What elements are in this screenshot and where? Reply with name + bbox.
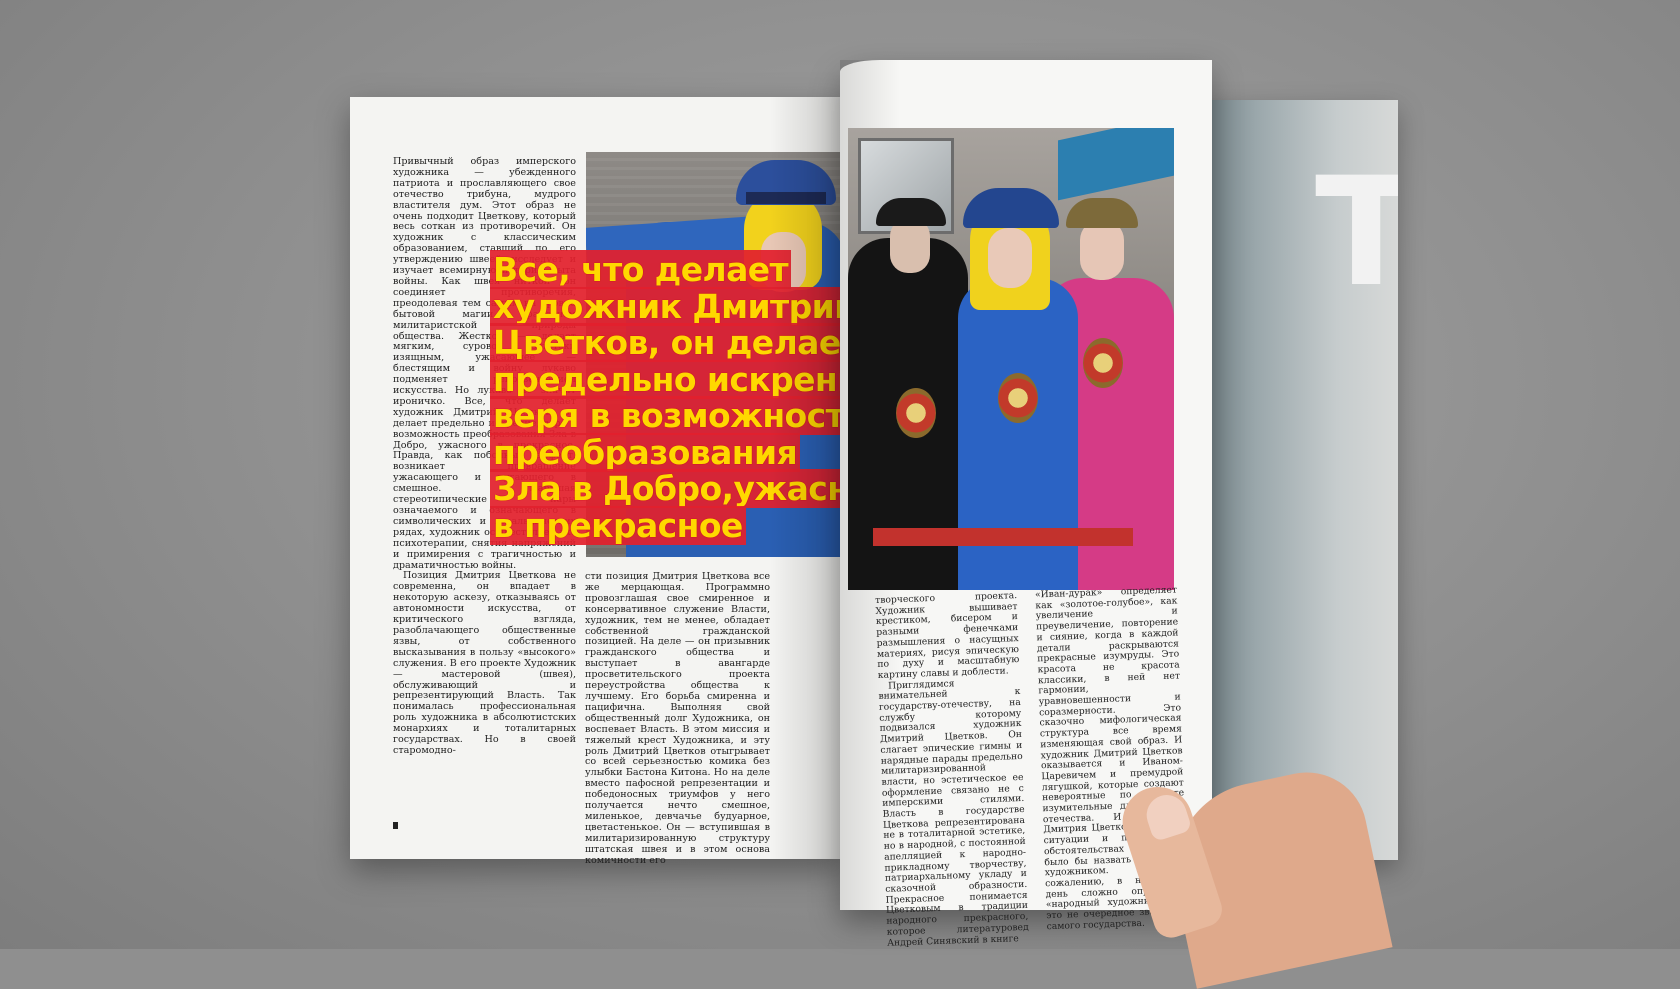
- back-page: Т: [1195, 100, 1398, 860]
- right-column-1: творческого проекта. Художник вышивает к…: [874, 590, 1029, 949]
- left-column-b: сти позиция Дмитрия Цветкова все же мерц…: [585, 571, 770, 866]
- right-photo-face-2: [988, 228, 1032, 288]
- right-photo-roof: [1058, 128, 1174, 201]
- article-end-mark: [393, 822, 398, 829]
- hand-holding-page: [1113, 761, 1393, 989]
- right-photo-face-1: [890, 218, 930, 273]
- headline-line-text: преобразования: [490, 432, 801, 472]
- left-column-a-paragraph-2: Позиция Дмитрия Цветкова не современна, …: [393, 570, 576, 756]
- right-photo: [848, 128, 1174, 590]
- right-photo-cap-1: [876, 198, 946, 226]
- headline-line-text: в прекрасное: [490, 505, 746, 545]
- right-photo-emblem: [998, 373, 1038, 423]
- right-photo-emblem: [1083, 338, 1123, 388]
- right-column-1-paragraph-1: творческого проекта. Художник вышивает к…: [874, 590, 1020, 681]
- right-photo-railing: [873, 528, 1133, 546]
- right-photo-cap-2: [963, 188, 1059, 228]
- right-photo-cap-3: [1066, 198, 1138, 228]
- left-column-b-paragraph: сти позиция Дмитрия Цветкова все же мерц…: [585, 571, 770, 866]
- back-page-letter: Т: [1315, 146, 1398, 320]
- right-column-1-paragraph-2: Приглядимся внимательней к государству-о…: [878, 677, 1029, 949]
- spine-shadow: [770, 97, 845, 859]
- headline-line-text: Все, что делает: [490, 250, 792, 289]
- right-photo-emblem: [896, 388, 936, 438]
- right-photo-face-3: [1080, 220, 1124, 280]
